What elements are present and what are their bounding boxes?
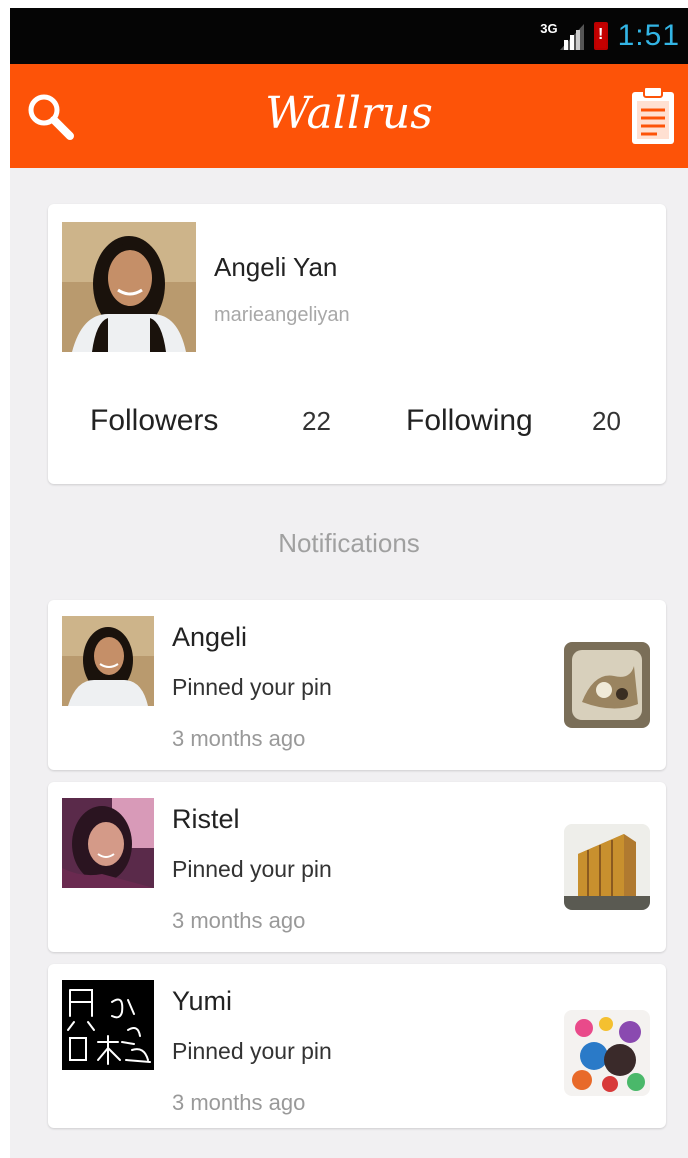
profile-name: Angeli Yan	[214, 252, 338, 282]
content-area: Angeli Yan marieangeliyan Followers 22 F…	[10, 168, 688, 1158]
app-title: Wallrus	[265, 88, 433, 139]
pin-thumbnail[interactable]	[564, 1010, 650, 1096]
profile-card: Angeli Yan marieangeliyan Followers 22 F…	[48, 204, 666, 484]
following-count[interactable]: 20	[592, 406, 621, 437]
app-bar: Wallrus	[10, 64, 688, 168]
clock: 1:51	[617, 19, 680, 52]
status-bar: 3G 1:51	[10, 8, 688, 64]
notification-item[interactable]: Angeli Pinned your pin 3 months ago	[48, 600, 666, 770]
notification-action: Pinned your pin	[172, 856, 332, 882]
notification-avatar	[62, 616, 154, 706]
followers-label[interactable]: Followers	[90, 404, 218, 438]
status-icons: 3G 1:51	[540, 18, 680, 54]
notification-time: 3 months ago	[172, 726, 306, 751]
notification-user-name: Angeli	[172, 622, 248, 652]
network-type: 3G	[540, 20, 558, 36]
notification-item[interactable]: Ristel Pinned your pin 3 months ago	[48, 782, 666, 952]
notification-avatar	[62, 980, 154, 1070]
profile-username: marieangeliyan	[214, 304, 350, 326]
notification-user-name: Ristel	[172, 804, 240, 834]
notification-user-name: Yumi	[172, 986, 233, 1016]
clipboard-button[interactable]	[626, 84, 682, 148]
battery-low-icon	[593, 22, 608, 50]
signal-icon	[559, 24, 584, 50]
notification-time: 3 months ago	[172, 908, 306, 933]
notification-time: 3 months ago	[172, 1090, 306, 1115]
followers-count[interactable]: 22	[302, 406, 331, 437]
following-label[interactable]: Following	[406, 404, 533, 438]
notifications-title: Notifications	[278, 528, 420, 558]
notification-action: Pinned your pin	[172, 674, 332, 700]
clipboard-icon	[632, 86, 674, 144]
notification-avatar	[62, 798, 154, 888]
pin-thumbnail[interactable]	[564, 824, 650, 910]
profile-avatar[interactable]	[62, 222, 196, 352]
notification-action: Pinned your pin	[172, 1038, 332, 1064]
notification-item[interactable]: Yumi Pinned your pin 3 months ago	[48, 964, 666, 1128]
pin-thumbnail[interactable]	[564, 642, 650, 728]
